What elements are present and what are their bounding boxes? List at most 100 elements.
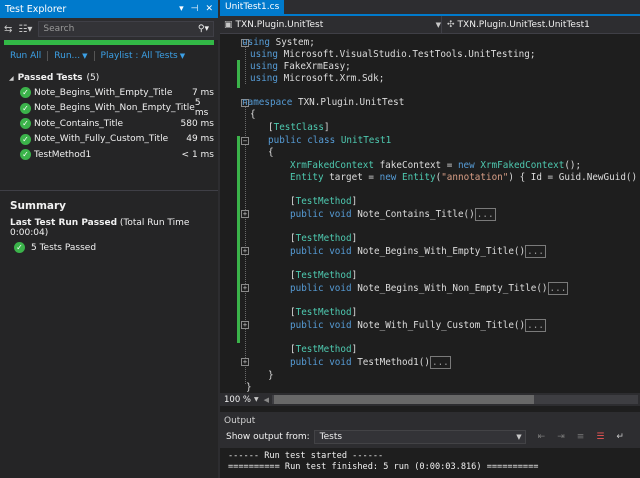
navigation-bar: ▣ TXN.Plugin.UnitTest ▼ ✣ TXN.Plugin.Uni… xyxy=(220,16,640,34)
output-line: ========== Run test finished: 5 run (0:0… xyxy=(228,462,539,472)
class-name: UnitTest1 xyxy=(340,135,392,146)
summary-heading: Summary xyxy=(10,200,67,212)
code-line: public void Note_With_Fully_Custom_Title… xyxy=(290,319,546,332)
last-run-status: Last Test Run Passed xyxy=(10,218,118,228)
zoom-level[interactable]: 100 % xyxy=(224,395,251,405)
code-line: using Microsoft.VisualStudio.TestTools.U… xyxy=(250,49,536,60)
test-row[interactable]: ✓ TestMethod1 < 1 ms xyxy=(0,147,218,163)
fold-expand-icon[interactable]: + xyxy=(241,284,249,292)
collapse-triangle-icon[interactable]: ◢ xyxy=(9,75,14,82)
output-panel: Output Show output from: Tests ▼ ⇤ ⇥ ≡ ☰… xyxy=(220,414,640,478)
method-name: Note_Begins_With_Empty_Title() xyxy=(357,246,526,257)
test-row[interactable]: ✓ Note_With_Fully_Custom_Title 49 ms xyxy=(0,132,218,148)
fold-expand-icon[interactable]: + xyxy=(241,247,249,255)
code-line: using System; xyxy=(242,37,315,48)
fold-guide xyxy=(245,44,246,84)
next-message-icon[interactable]: ⇥ xyxy=(557,432,565,442)
passed-check-icon: ✓ xyxy=(20,118,31,130)
code-line: { xyxy=(250,109,256,120)
code-line: public void Note_Begins_With_Empty_Title… xyxy=(290,245,546,258)
test-name: Note_Begins_With_Non_Empty_Title xyxy=(34,103,195,114)
change-indicator-bar xyxy=(237,136,240,343)
output-text[interactable]: ------ Run test started ------ ==========… xyxy=(220,448,640,478)
class-icon: ✣ xyxy=(447,19,455,30)
tab-unittest1[interactable]: UnitTest1.cs xyxy=(220,0,285,14)
test-name: Note_Begins_With_Empty_Title xyxy=(34,87,173,98)
horizontal-scrollbar[interactable] xyxy=(272,395,638,404)
passed-tests-group[interactable]: ◢ Passed Tests (5) xyxy=(0,71,218,85)
collapsed-region[interactable]: ... xyxy=(525,319,546,332)
close-icon[interactable]: ✕ xyxy=(205,4,213,14)
code-line: [TestMethod] xyxy=(290,270,358,281)
type-dropdown-value: TXN.Plugin.UnitTest.UnitTest1 xyxy=(457,19,590,30)
output-source-value: Tests xyxy=(319,432,343,442)
collapsed-region[interactable]: ... xyxy=(525,245,546,258)
list-options-icon[interactable]: ☷▾ xyxy=(18,24,32,35)
panel-splitter[interactable] xyxy=(0,190,218,191)
tab-label: UnitTest1.cs xyxy=(225,2,280,12)
code-line: [TestMethod] xyxy=(290,233,358,244)
test-list: ✓ Note_Begins_With_Empty_Title 7 ms ✓ No… xyxy=(0,85,218,163)
test-toolbar: Run All Run... ▼ Playlist : All Tests ▼ xyxy=(0,45,218,67)
previous-message-icon[interactable]: ≡ xyxy=(577,432,585,442)
collapsed-region[interactable]: ... xyxy=(429,356,451,369)
fold-expand-icon[interactable]: + xyxy=(241,358,249,366)
passed-check-icon: ✓ xyxy=(20,87,31,99)
output-title: Output xyxy=(224,416,256,426)
find-message-icon[interactable]: ⇤ xyxy=(538,432,546,442)
test-duration: 5 ms xyxy=(194,98,209,119)
namespace-name: TXN.Plugin.UnitTest xyxy=(297,97,405,108)
test-explorer-panel: Test Explorer ▾ ⊣ ✕ ⇆ ☷▾ Search ⚲▾ Run A… xyxy=(0,0,218,478)
clear-all-icon[interactable]: ☰ xyxy=(596,432,604,442)
search-input[interactable]: Search ⚲▾ xyxy=(38,21,214,37)
test-row[interactable]: ✓ Note_Begins_With_Non_Empty_Title 5 ms xyxy=(0,98,218,119)
fold-collapse-icon[interactable]: − xyxy=(241,137,249,145)
code-text-area[interactable]: − − − + + + + + using System; using Micr… xyxy=(220,36,640,393)
search-placeholder: Search xyxy=(43,24,75,34)
type-dropdown[interactable]: ✣ TXN.Plugin.UnitTest.UnitTest1 xyxy=(442,16,640,33)
collapsed-region[interactable]: ... xyxy=(547,282,569,295)
zoom-dropdown-icon[interactable]: ▼ xyxy=(254,396,259,403)
test-name: TestMethod1 xyxy=(34,149,92,160)
test-name: Note_Contains_Title xyxy=(34,118,124,129)
fold-expand-icon[interactable]: + xyxy=(241,321,249,329)
passed-check-icon: ✓ xyxy=(20,102,31,114)
test-row[interactable]: ✓ Note_Begins_With_Empty_Title 7 ms xyxy=(0,85,218,101)
test-explorer-title: Test Explorer xyxy=(5,3,67,15)
code-line: public void Note_Begins_With_Non_Empty_T… xyxy=(290,282,569,295)
output-source-select[interactable]: Tests ▼ xyxy=(313,430,526,444)
show-output-label: Show output from: xyxy=(226,432,310,442)
run-button[interactable]: Run... xyxy=(54,51,80,61)
method-name: Note_Contains_Title() xyxy=(357,209,475,220)
code-line: XrmFakedContext fakeContext = new XrmFak… xyxy=(290,160,582,171)
passed-check-icon: ✓ xyxy=(20,133,31,145)
run-all-button[interactable]: Run All xyxy=(10,51,41,61)
search-icon[interactable]: ⚲▾ xyxy=(198,24,209,34)
passed-count-line[interactable]: ✓ 5 Tests Passed xyxy=(10,242,215,253)
project-dropdown[interactable]: ▣ TXN.Plugin.UnitTest ▼ xyxy=(220,16,442,33)
playlist-dropdown-icon[interactable]: ▼ xyxy=(180,52,185,60)
code-line: [TestClass] xyxy=(268,122,330,133)
group-by-icon[interactable]: ⇆ xyxy=(4,24,12,35)
test-duration: 580 ms xyxy=(180,118,215,129)
code-line: [TestMethod] xyxy=(290,344,358,355)
playlist-button[interactable]: Playlist : All Tests xyxy=(101,51,178,61)
fold-expand-icon[interactable]: + xyxy=(241,210,249,218)
word-wrap-icon[interactable]: ↵ xyxy=(616,432,624,442)
pin-icon[interactable]: ⊣ xyxy=(191,4,199,14)
test-search-bar: ⇆ ☷▾ Search ⚲▾ xyxy=(0,18,218,40)
document-tabs: UnitTest1.cs xyxy=(220,0,640,16)
run-dropdown-icon[interactable]: ▼ xyxy=(82,52,87,60)
fold-guide xyxy=(245,104,246,384)
method-name: Note_Begins_With_Non_Empty_Title() xyxy=(357,283,548,294)
scroll-left-icon[interactable]: ◀ xyxy=(264,396,269,404)
code-line: using Microsoft.Xrm.Sdk; xyxy=(250,73,385,84)
scrollbar-thumb[interactable] xyxy=(274,395,535,404)
method-name: Note_With_Fully_Custom_Title() xyxy=(357,320,526,331)
chevron-down-icon[interactable]: ▼ xyxy=(436,21,441,29)
test-row[interactable]: ✓ Note_Contains_Title 580 ms xyxy=(0,116,218,132)
window-position-icon[interactable]: ▾ xyxy=(179,4,184,14)
test-duration: 49 ms xyxy=(186,134,214,145)
collapsed-region[interactable]: ... xyxy=(474,208,496,221)
chevron-down-icon[interactable]: ▼ xyxy=(516,433,521,441)
